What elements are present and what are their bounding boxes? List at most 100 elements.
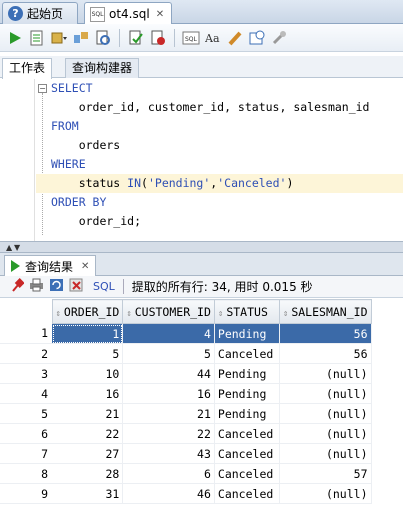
uppercase-icon[interactable]: Aa bbox=[204, 29, 222, 47]
sort-icon: ⇕ bbox=[126, 308, 132, 319]
cell-order-id[interactable]: 5 bbox=[52, 343, 124, 364]
cell-order-id[interactable]: 10 bbox=[52, 363, 124, 384]
tab-start-page[interactable]: ? 起始页 bbox=[2, 2, 78, 24]
cell-customer-id[interactable]: 21 bbox=[122, 403, 215, 424]
cell-customer-id[interactable]: 16 bbox=[122, 383, 215, 404]
code-line: WHERE bbox=[51, 157, 86, 171]
document-tab-strip: ? 起始页 SQL ot4.sql ✕ bbox=[0, 0, 403, 25]
cell-order-id[interactable]: 1 bbox=[52, 323, 124, 344]
cell-order-id[interactable]: 16 bbox=[52, 383, 124, 404]
sql-editor[interactable]: − SELECT order_id, customer_id, status, … bbox=[0, 79, 403, 241]
svg-text:Aa: Aa bbox=[205, 32, 220, 45]
close-tab-icon[interactable]: ✕ bbox=[156, 9, 164, 20]
cell-status[interactable]: Canceled bbox=[214, 463, 280, 484]
panel-splitter[interactable]: ▲ ▼ bbox=[0, 241, 403, 253]
column-header-customer-id[interactable]: ⇕ CUSTOMER_ID bbox=[122, 299, 215, 324]
sort-icon: ⇕ bbox=[217, 308, 224, 319]
tab-label: 起始页 bbox=[27, 7, 64, 21]
column-header-salesman-id[interactable]: ⇕ SALESMAN_ID bbox=[278, 299, 372, 324]
cell-salesman-id[interactable]: (null) bbox=[279, 443, 372, 464]
table-row[interactable]: 9 31 46 Canceled (null) bbox=[0, 483, 372, 504]
line-gutter bbox=[0, 79, 35, 241]
cell-customer-id[interactable]: 6 bbox=[122, 463, 215, 484]
cell-order-id[interactable]: 27 bbox=[52, 443, 124, 464]
cell-status[interactable]: Pending bbox=[214, 403, 280, 424]
table-row[interactable]: 1 1 4 Pending 56 bbox=[0, 323, 372, 344]
row-number: 6 bbox=[0, 423, 52, 444]
code-line-current: status IN('Pending','Canceled') bbox=[36, 174, 403, 193]
results-grid: ⇕ ORDER_ID ⇕ CUSTOMER_ID ⇕ STATUS ⇕ SALESMAN… bbox=[0, 299, 403, 507]
tab-query-builder[interactable]: 查询构建器 bbox=[65, 58, 140, 78]
sql-link[interactable]: SQL bbox=[93, 280, 115, 293]
history-icon[interactable] bbox=[248, 29, 266, 47]
collapse-up-icon[interactable]: ▲ bbox=[6, 243, 12, 252]
cell-salesman-id[interactable]: 56 bbox=[279, 343, 372, 364]
commit-dropdown-icon[interactable] bbox=[50, 29, 68, 47]
sort-icon: ⇕ bbox=[282, 308, 289, 319]
cell-status[interactable]: Canceled bbox=[214, 423, 280, 444]
row-number: 8 bbox=[0, 463, 52, 484]
table-row[interactable]: 5 21 21 Pending (null) bbox=[0, 403, 372, 424]
cell-order-id[interactable]: 22 bbox=[52, 423, 124, 444]
cell-order-id[interactable]: 21 bbox=[52, 403, 124, 424]
header-row: ⇕ ORDER_ID ⇕ CUSTOMER_ID ⇕ STATUS ⇕ SALESMAN… bbox=[0, 299, 372, 324]
sql-file-icon: SQL bbox=[90, 6, 105, 22]
refresh-icon[interactable] bbox=[49, 278, 64, 295]
cell-order-id[interactable]: 28 bbox=[52, 463, 124, 484]
cell-customer-id[interactable]: 22 bbox=[122, 423, 215, 444]
collapse-down-icon[interactable]: ▼ bbox=[14, 243, 20, 252]
cell-status[interactable]: Canceled bbox=[214, 443, 280, 464]
help-icon: ? bbox=[8, 6, 23, 21]
cell-salesman-id[interactable]: (null) bbox=[279, 483, 372, 504]
commit-icon[interactable] bbox=[127, 29, 145, 47]
cell-customer-id[interactable]: 44 bbox=[122, 363, 215, 384]
cell-salesman-id[interactable]: (null) bbox=[279, 363, 372, 384]
autotrace-icon[interactable] bbox=[94, 29, 112, 47]
table-row[interactable]: 2 5 5 Canceled 56 bbox=[0, 343, 372, 364]
cell-status[interactable]: Pending bbox=[214, 383, 280, 404]
cell-customer-id[interactable]: 43 bbox=[122, 443, 215, 464]
table-row[interactable]: 3 10 44 Pending (null) bbox=[0, 363, 372, 384]
cell-status[interactable]: Pending bbox=[214, 363, 280, 384]
row-number: 4 bbox=[0, 383, 52, 404]
cell-customer-id[interactable]: 5 bbox=[122, 343, 215, 364]
cell-salesman-id[interactable]: 56 bbox=[279, 323, 372, 344]
rollback-icon[interactable] bbox=[149, 29, 167, 47]
cell-salesman-id[interactable]: 57 bbox=[279, 463, 372, 484]
tab-query-results[interactable]: 查询结果 ✕ bbox=[4, 255, 97, 276]
cell-customer-id[interactable]: 4 bbox=[122, 323, 215, 344]
print-icon[interactable] bbox=[29, 278, 44, 295]
cell-status[interactable]: Canceled bbox=[214, 343, 280, 364]
explain-plan-icon[interactable] bbox=[72, 29, 90, 47]
cell-order-id[interactable]: 31 bbox=[52, 483, 124, 504]
results-table: ⇕ ORDER_ID ⇕ CUSTOMER_ID ⇕ STATUS ⇕ SALESMAN… bbox=[0, 299, 372, 504]
column-header-order-id[interactable]: ⇕ ORDER_ID bbox=[51, 299, 124, 324]
tab-ot4-sql[interactable]: SQL ot4.sql ✕ bbox=[84, 2, 172, 25]
tools-icon[interactable] bbox=[270, 29, 288, 47]
table-row[interactable]: 6 22 22 Canceled (null) bbox=[0, 423, 372, 444]
tab-worksheet[interactable]: 工作表 bbox=[2, 58, 53, 79]
sql-tuning-icon[interactable]: SQL bbox=[182, 29, 200, 47]
run-script-icon[interactable] bbox=[28, 29, 46, 47]
cell-salesman-id[interactable]: (null) bbox=[279, 423, 372, 444]
table-row[interactable]: 4 16 16 Pending (null) bbox=[0, 383, 372, 404]
column-header-status[interactable]: ⇕ STATUS bbox=[213, 299, 280, 324]
row-number: 9 bbox=[0, 483, 52, 504]
run-statement-icon[interactable] bbox=[6, 29, 24, 47]
cell-customer-id[interactable]: 46 bbox=[122, 483, 215, 504]
cell-status[interactable]: Pending bbox=[214, 323, 280, 344]
worksheet-toolbar: SQL Aa bbox=[0, 24, 403, 52]
close-tab-icon[interactable]: ✕ bbox=[81, 261, 89, 272]
clear-icon[interactable] bbox=[226, 29, 244, 47]
pin-icon[interactable] bbox=[10, 278, 25, 295]
row-number: 3 bbox=[0, 363, 52, 384]
cell-status[interactable]: Canceled bbox=[214, 483, 280, 504]
cell-salesman-id[interactable]: (null) bbox=[279, 383, 372, 404]
results-tab-label: 查询结果 bbox=[25, 259, 74, 274]
cancel-query-icon[interactable] bbox=[69, 278, 84, 295]
table-row[interactable]: 8 28 6 Canceled 57 bbox=[0, 463, 372, 484]
code-line: order_id, customer_id, status, salesman_… bbox=[51, 100, 370, 114]
table-row[interactable]: 7 27 43 Canceled (null) bbox=[0, 443, 372, 464]
fold-collapse-icon[interactable]: − bbox=[38, 84, 47, 93]
cell-salesman-id[interactable]: (null) bbox=[279, 403, 372, 424]
